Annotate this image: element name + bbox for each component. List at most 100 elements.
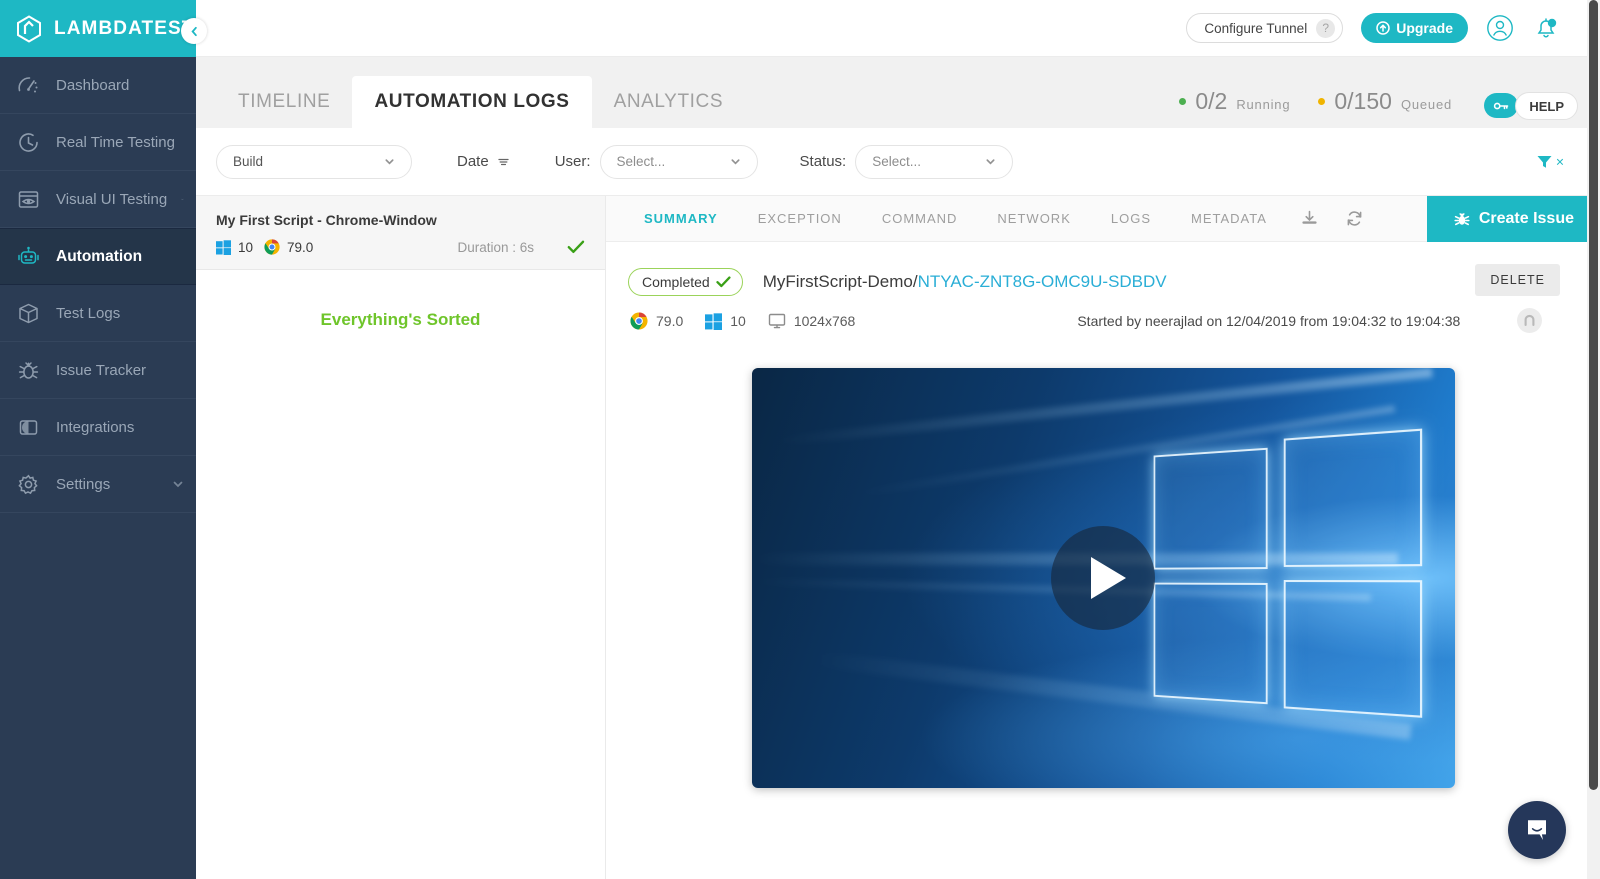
upgrade-button[interactable]: Upgrade (1361, 13, 1468, 43)
content-split: My First Script - Chrome-Window 10 79.0 … (196, 195, 1600, 879)
funnel-icon (1536, 153, 1553, 170)
chevron-down-icon (985, 156, 996, 167)
access-key-button[interactable] (1484, 93, 1518, 118)
running-caption: Running (1236, 97, 1291, 112)
sidebar-item-settings[interactable]: Settings (0, 456, 196, 513)
sidebar-item-label: Real Time Testing (56, 133, 175, 151)
sidebar-item-automation[interactable]: Automation (0, 228, 196, 285)
create-issue-button[interactable]: Create Issue (1426, 195, 1600, 242)
tab-network[interactable]: NETWORK (977, 196, 1090, 242)
session-os: 10 (705, 312, 746, 330)
windows-wallpaper-logo (1153, 428, 1423, 727)
queued-status-dot (1318, 98, 1326, 105)
delete-button[interactable]: DELETE (1475, 264, 1560, 296)
session-video-player[interactable] (751, 368, 1455, 788)
user-circle-icon[interactable] (1486, 14, 1514, 42)
test-browser-version: 79.0 (287, 239, 314, 255)
detail-tab-bar: SUMMARY EXCEPTION COMMAND NETWORK LOGS M… (606, 195, 1600, 242)
date-filter[interactable]: Date (457, 153, 510, 170)
test-list-item[interactable]: My First Script - Chrome-Window 10 79.0 … (196, 196, 605, 270)
windows-icon (216, 239, 231, 255)
eye-browser-icon (14, 185, 42, 213)
clear-filters-button[interactable]: × (1536, 153, 1564, 170)
configure-tunnel-button[interactable]: Configure Tunnel ? (1186, 13, 1344, 43)
top-bar: Configure Tunnel ? Upgrade (196, 0, 1600, 57)
test-name: My First Script - Chrome-Window (216, 212, 437, 228)
user-select-value: Select... (616, 154, 666, 169)
session-name: MyFirstScript-Demo/NTYAC-ZNT8G-OMC9U-SDB… (763, 272, 1167, 292)
sidebar-item-real-time-testing[interactable]: Real Time Testing (0, 114, 196, 171)
clock-icon (14, 128, 42, 156)
build-select[interactable]: Build (216, 144, 412, 179)
session-meta-row: 79.0 10 1024x768 Started by neerajlad on… (606, 312, 1600, 330)
chat-bubble-icon[interactable] (1508, 801, 1566, 859)
bug-icon (1453, 210, 1471, 228)
tab-command[interactable]: COMMAND (862, 196, 978, 242)
brand-header: LAMBDATEST (0, 0, 196, 57)
tab-summary[interactable]: SUMMARY (624, 196, 738, 242)
main-tab-bar: TIMELINE AUTOMATION LOGS ANALYTICS 0/2 R… (196, 57, 1600, 128)
puzzle-circle-icon (14, 413, 42, 441)
status-select[interactable]: Select... (855, 144, 1014, 179)
tab-timeline[interactable]: TIMELINE (216, 76, 352, 128)
sidebar-item-label: Dashboard (56, 76, 130, 94)
chevron-left-icon (189, 26, 200, 37)
help-question-icon[interactable]: ? (1316, 18, 1336, 38)
chevron-down-icon (730, 156, 741, 167)
sidebar-item-dashboard[interactable]: Dashboard (0, 57, 196, 114)
app-root: LAMBDATEST Dashboard Real Time Testing V… (0, 0, 1600, 879)
help-button[interactable]: HELP (1515, 92, 1578, 120)
sidebar-item-test-logs[interactable]: Test Logs (0, 285, 196, 342)
build-select-value: Build (233, 154, 264, 169)
session-started-by: Started by neerajlad on 12/04/2019 from … (1077, 313, 1461, 329)
upgrade-arrow-icon (1376, 21, 1390, 35)
tab-exception[interactable]: EXCEPTION (738, 196, 862, 242)
session-title-row: Completed MyFirstScript-Demo/NTYAC-ZNT8G… (606, 268, 1600, 296)
user-filter-label: User: (554, 153, 591, 170)
create-issue-label: Create Issue (1478, 209, 1574, 227)
brand-name: LAMBDATEST (54, 17, 195, 39)
session-os-version: 10 (730, 313, 746, 329)
sidebar-item-issue-tracker[interactable]: Issue Tracker (0, 342, 196, 399)
sort-filter-icon (497, 155, 510, 168)
sidebar-item-label: Integrations (56, 418, 135, 436)
tab-analytics[interactable]: ANALYTICS (592, 76, 746, 128)
test-os-version: 10 (238, 239, 254, 255)
bell-icon[interactable] (1532, 14, 1560, 42)
key-icon (1493, 100, 1509, 112)
download-icon[interactable] (1287, 210, 1332, 227)
tab-logs[interactable]: LOGS (1091, 196, 1171, 242)
scrollbar-thumb[interactable] (1589, 0, 1598, 790)
lambdatest-logo-icon (16, 14, 42, 43)
sidebar-item-visual-ui-testing[interactable]: Visual UI Testing (0, 171, 196, 228)
sidebar-collapse-button[interactable] (181, 18, 207, 44)
sidebar-item-label: Issue Tracker (56, 361, 147, 379)
sidebar-item-label: Settings (56, 475, 111, 493)
monitor-icon (768, 313, 786, 329)
bug-icon (14, 356, 42, 384)
session-resolution: 1024x768 (768, 313, 855, 329)
status-filter-group: Status: Select... (800, 144, 1014, 179)
tab-automation-logs[interactable]: AUTOMATION LOGS (352, 76, 592, 128)
counter-queued: 0/150 Queued (1318, 88, 1452, 115)
user-select[interactable]: Select... (599, 144, 758, 179)
queued-caption: Queued (1400, 97, 1452, 112)
page-scrollbar[interactable] (1587, 0, 1600, 879)
windows-icon (705, 312, 723, 330)
sidebar-item-integrations[interactable]: Integrations (0, 399, 196, 456)
date-filter-label: Date (457, 153, 489, 170)
configure-tunnel-label: Configure Tunnel (1204, 20, 1308, 36)
test-meta: 10 79.0 Duration: 6s (216, 239, 585, 255)
running-count: 0/2 (1195, 88, 1228, 114)
tab-metadata[interactable]: METADATA (1171, 196, 1287, 242)
upgrade-label: Upgrade (1396, 20, 1453, 36)
session-id-link[interactable]: NTYAC-ZNT8G-OMC9U-SDBDV (918, 272, 1167, 291)
check-icon (567, 240, 585, 254)
chevron-down-icon (181, 193, 184, 205)
gear-icon (14, 470, 42, 498)
refresh-icon[interactable] (1332, 210, 1377, 227)
main-area: Configure Tunnel ? Upgrade TIMELINE AUTO… (196, 0, 1600, 879)
queued-count: 0/150 (1334, 88, 1392, 114)
play-icon[interactable] (1051, 526, 1155, 630)
user-filter-group: User: Select... (554, 144, 758, 179)
